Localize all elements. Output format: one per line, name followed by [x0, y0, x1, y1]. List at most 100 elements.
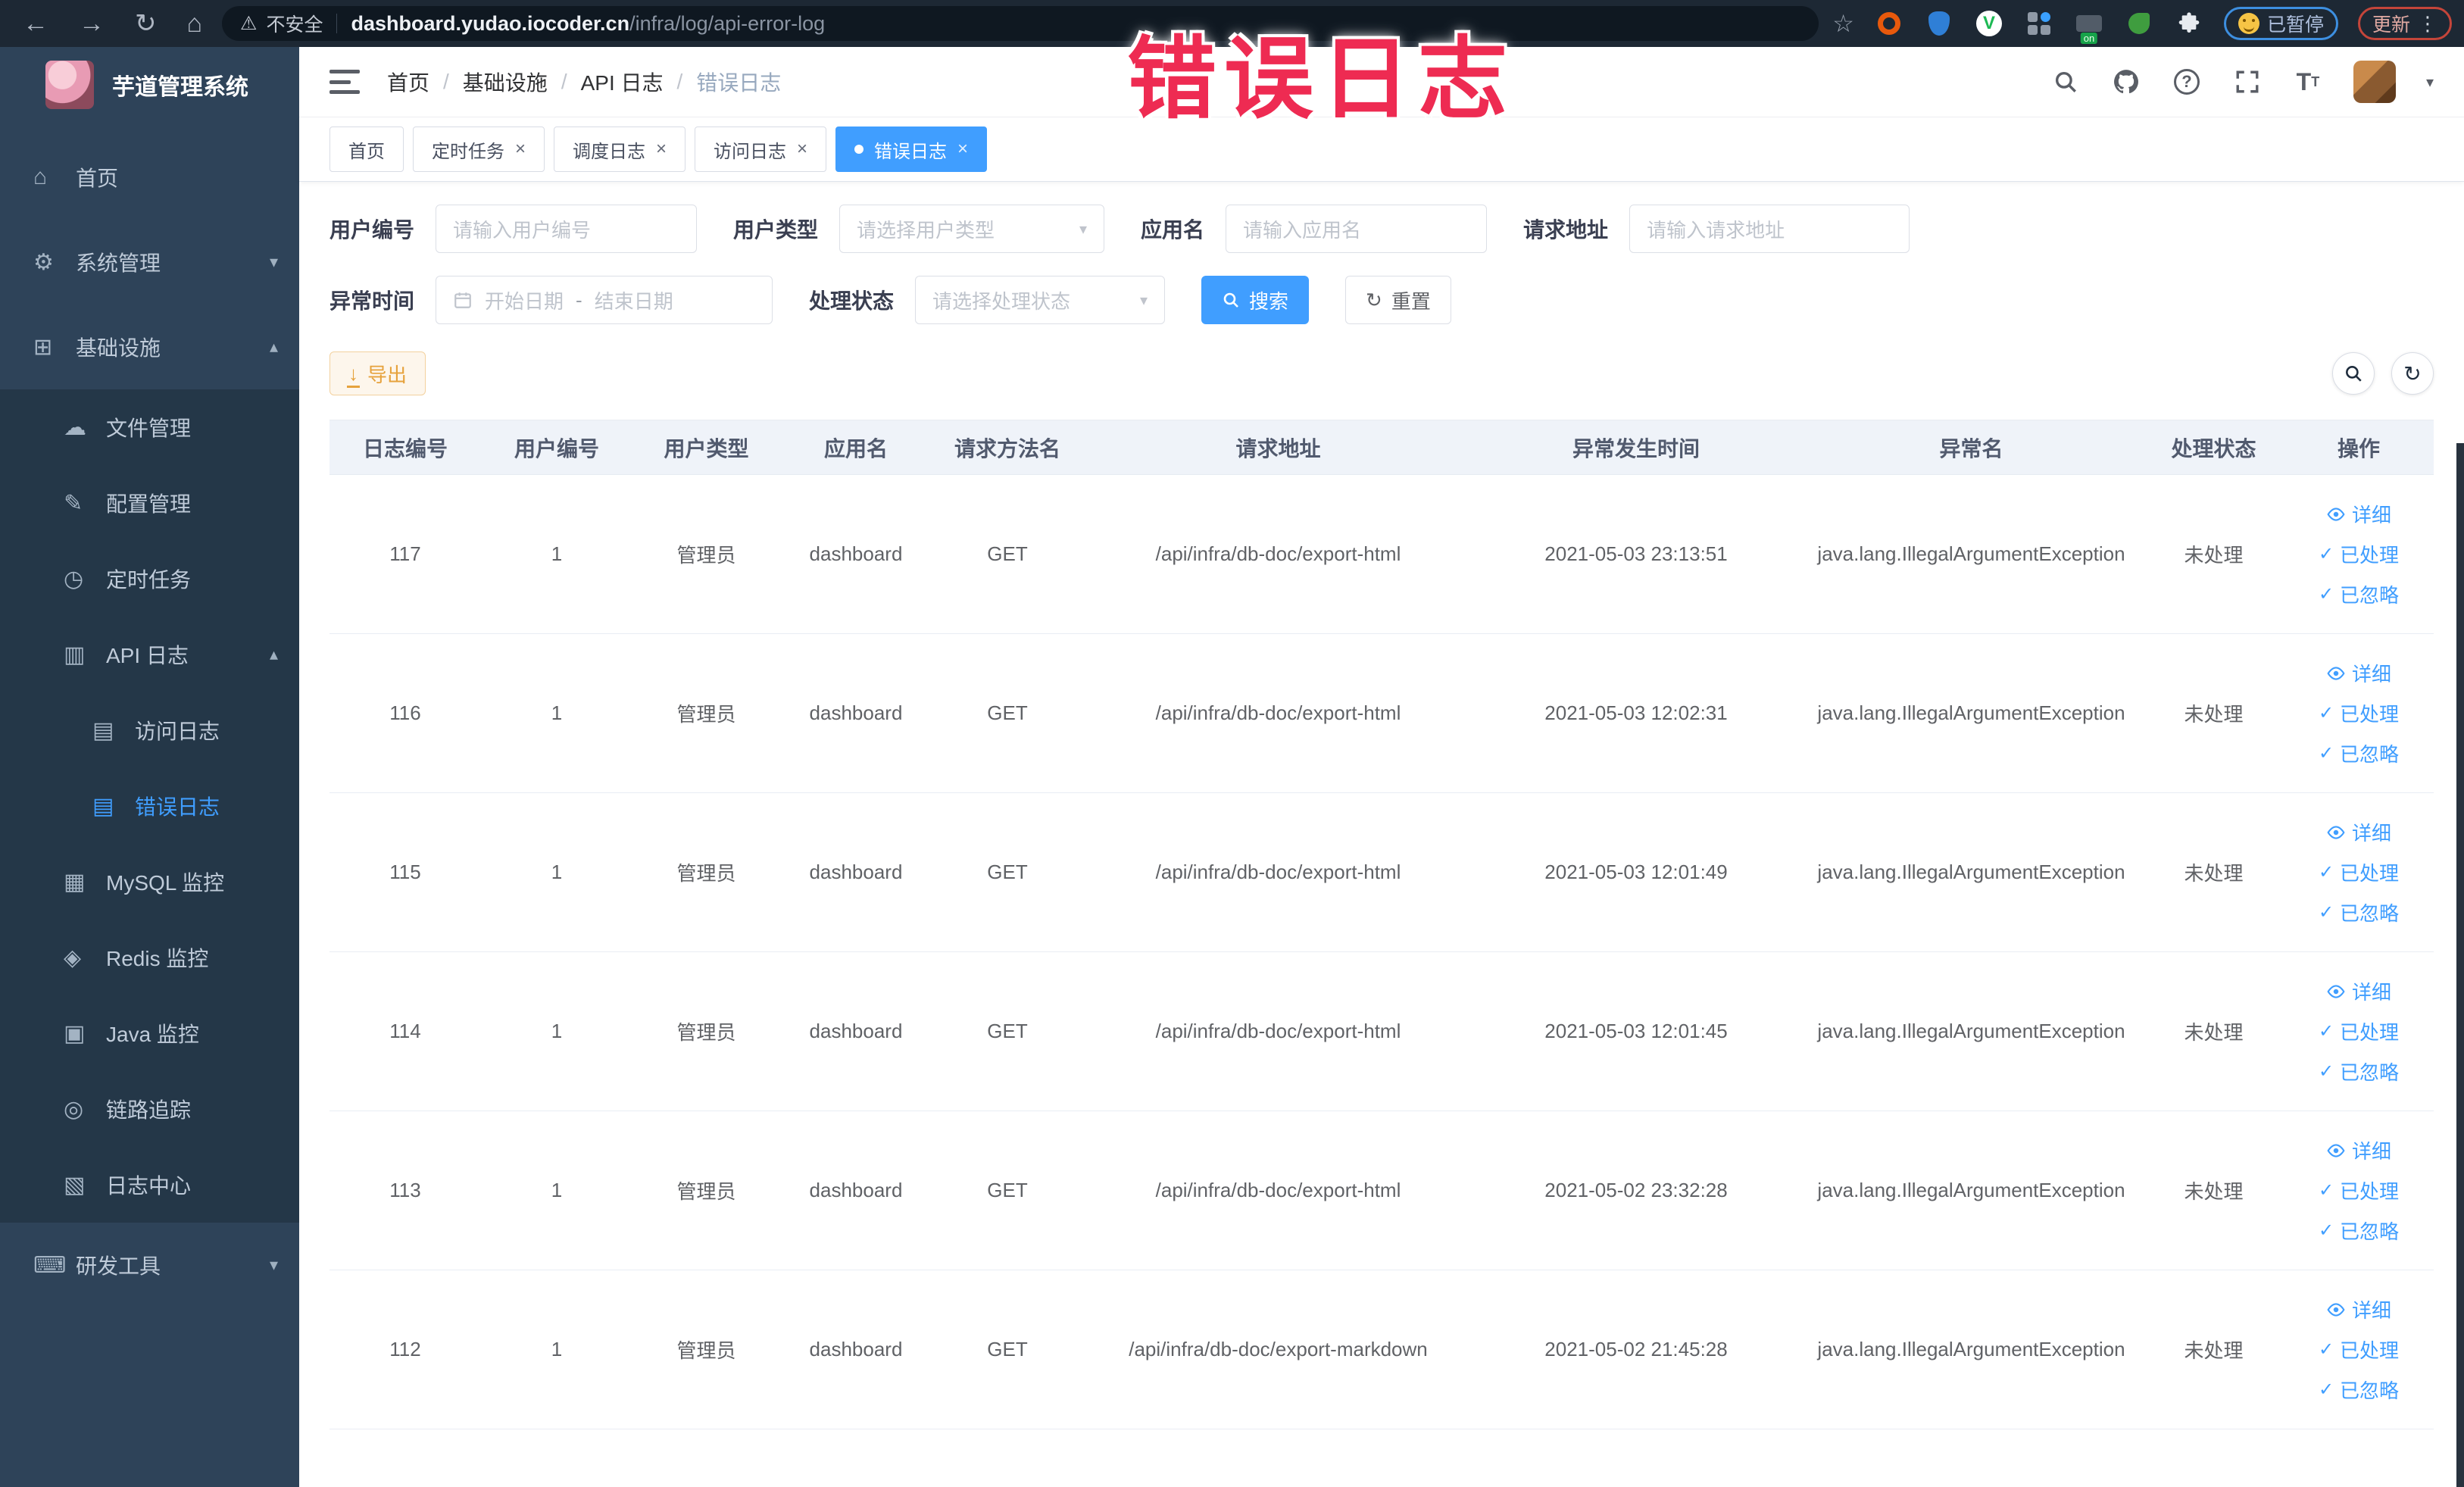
- app-name-input[interactable]: 请输入应用名: [1226, 205, 1488, 253]
- forward-icon[interactable]: →: [79, 11, 105, 36]
- sidebar-collapse-icon[interactable]: [329, 70, 360, 94]
- breadcrumb-item[interactable]: 基础设施: [463, 67, 548, 97]
- tab[interactable]: 首页: [329, 127, 404, 172]
- close-icon[interactable]: ×: [656, 139, 667, 160]
- detail-link[interactable]: 详细: [2326, 1136, 2391, 1164]
- chevron-icon: ▾: [269, 252, 278, 271]
- tab[interactable]: 访问日志 ×: [695, 127, 827, 172]
- filter-label: 请求地址: [1523, 218, 1609, 242]
- ignored-link[interactable]: ✓ 已忽略: [2319, 739, 2399, 767]
- ignored-link[interactable]: ✓ 已忽略: [2319, 1376, 2399, 1404]
- avatar[interactable]: [2353, 61, 2396, 103]
- ignored-link[interactable]: ✓ 已忽略: [2319, 580, 2399, 608]
- close-icon[interactable]: ×: [797, 139, 807, 160]
- cell-status: 未处理: [2144, 792, 2284, 952]
- column-header: 用户类型: [632, 420, 780, 475]
- breadcrumb-item[interactable]: API 日志: [581, 67, 664, 97]
- sidebar-item[interactable]: ▥ API 日志 ▴: [0, 617, 299, 692]
- tab[interactable]: 错误日志 ×: [835, 127, 988, 172]
- devtools-icon: ⌨: [33, 1252, 67, 1278]
- processed-link[interactable]: ✓ 已处理: [2319, 540, 2399, 568]
- paused-extension-badge[interactable]: 已暂停: [2223, 7, 2338, 40]
- detail-link[interactable]: 详细: [2326, 818, 2391, 846]
- address-divider: [336, 14, 338, 33]
- user-id-input[interactable]: 请输入用户编号: [436, 205, 698, 253]
- extension-leaf-icon[interactable]: [2124, 8, 2154, 39]
- ignored-link[interactable]: ✓ 已忽略: [2319, 898, 2399, 926]
- cell-app-name: dashboard: [780, 792, 932, 952]
- bookmark-star-icon[interactable]: ☆: [1832, 9, 1854, 38]
- breadcrumb-separator: /: [561, 70, 567, 93]
- home-icon[interactable]: ⌂: [187, 11, 203, 36]
- font-size-icon[interactable]: TT: [2293, 67, 2323, 97]
- sidebar-item[interactable]: ⌨ 研发工具 ▾: [0, 1223, 299, 1307]
- sidebar-item[interactable]: ◎ 链路追踪: [0, 1071, 299, 1147]
- update-label: 更新: [2372, 14, 2410, 36]
- process-status-select[interactable]: 请选择处理状态 ▾: [915, 276, 1166, 324]
- refresh-button[interactable]: ↻: [2391, 352, 2434, 395]
- cell-app-name: dashboard: [780, 1270, 932, 1429]
- search-icon[interactable]: [2050, 67, 2081, 97]
- filter-row-1: 用户编号 请输入用户编号 用户类型 请选择用户类型 ▾ 应用名 请输入应用名 请求…: [329, 205, 2434, 253]
- processed-link[interactable]: ✓ 已处理: [2319, 1176, 2399, 1204]
- processed-link[interactable]: ✓ 已处理: [2319, 858, 2399, 886]
- user-type-select[interactable]: 请选择用户类型 ▾: [839, 205, 1105, 253]
- sidebar-item[interactable]: ▣ Java 监控: [0, 995, 299, 1071]
- page-scrollbar[interactable]: [2456, 443, 2464, 1487]
- sidebar-item[interactable]: ⚙ 系统管理 ▾: [0, 220, 299, 305]
- sidebar-item[interactable]: ☁ 文件管理: [0, 389, 299, 465]
- cell-exception-time: 2021-05-02 23:32:28: [1473, 1111, 1799, 1270]
- processed-link[interactable]: ✓ 已处理: [2319, 1017, 2399, 1045]
- extension-switch-icon[interactable]: [2074, 8, 2104, 39]
- sidebar-item[interactable]: ▦ MySQL 监控: [0, 844, 299, 920]
- search-button[interactable]: 搜索: [1201, 276, 1310, 324]
- detail-link[interactable]: 详细: [2326, 659, 2391, 687]
- chrome-update-button[interactable]: 更新 ⋮: [2357, 7, 2452, 40]
- eye-icon: [2327, 984, 2345, 998]
- cell-method: GET: [932, 633, 1083, 793]
- toggle-search-button[interactable]: [2332, 352, 2375, 395]
- reload-icon[interactable]: ↻: [135, 11, 157, 36]
- date-range-input[interactable]: 开始日期 - 结束日期: [436, 276, 773, 324]
- detail-link[interactable]: 详细: [2326, 500, 2391, 528]
- close-icon[interactable]: ×: [515, 139, 526, 160]
- github-icon[interactable]: [2111, 67, 2141, 97]
- chevron-down-icon[interactable]: ▾: [2426, 73, 2434, 92]
- export-button[interactable]: ↓ 导出: [329, 351, 426, 395]
- app-title: 芋道管理系统: [112, 75, 248, 100]
- sidebar-item[interactable]: ⊞ 基础设施 ▴: [0, 305, 299, 389]
- close-icon[interactable]: ×: [957, 139, 968, 160]
- tab[interactable]: 调度日志 ×: [554, 127, 686, 172]
- ignored-link[interactable]: ✓ 已忽略: [2319, 1217, 2399, 1245]
- address-bar[interactable]: ⚠ 不安全 dashboard.yudao.iocoder.cn /infra/…: [222, 6, 1819, 41]
- extension-donut-icon[interactable]: [1874, 8, 1904, 39]
- breadcrumb-item[interactable]: 错误日志: [696, 67, 781, 97]
- sidebar-item[interactable]: ▤ 访问日志: [0, 692, 299, 768]
- ignored-link[interactable]: ✓ 已忽略: [2319, 1057, 2399, 1086]
- detail-link[interactable]: 详细: [2326, 1295, 2391, 1323]
- back-icon[interactable]: ←: [23, 11, 48, 36]
- extension-v-icon[interactable]: V: [1974, 8, 2004, 39]
- breadcrumb-item[interactable]: 首页: [387, 67, 429, 97]
- processed-link[interactable]: ✓ 已处理: [2319, 1335, 2399, 1364]
- sidebar-item[interactable]: ◈ Redis 监控: [0, 920, 299, 995]
- cell-request-url: /api/infra/db-doc/export-html: [1083, 792, 1473, 952]
- sidebar-item[interactable]: ▧ 日志中心: [0, 1147, 299, 1223]
- cell-app-name: dashboard: [780, 951, 932, 1111]
- chevron-icon: ▴: [269, 337, 278, 356]
- reset-button[interactable]: ↻ 重置: [1345, 276, 1451, 324]
- sidebar-item[interactable]: ▤ 错误日志: [0, 768, 299, 844]
- request-url-input[interactable]: 请输入请求地址: [1629, 205, 1910, 253]
- extension-shield-icon[interactable]: [1924, 8, 1954, 39]
- fullscreen-icon[interactable]: [2232, 67, 2263, 97]
- sidebar-item[interactable]: ✎ 配置管理: [0, 465, 299, 541]
- extension-grid-icon[interactable]: [2024, 8, 2054, 39]
- cell-user-id: 1: [481, 1111, 632, 1270]
- help-icon[interactable]: ?: [2172, 67, 2202, 97]
- sidebar-item[interactable]: ◷ 定时任务: [0, 541, 299, 617]
- tab[interactable]: 定时任务 ×: [413, 127, 545, 172]
- processed-link[interactable]: ✓ 已处理: [2319, 699, 2399, 727]
- sidebar-item[interactable]: ⌂ 首页: [0, 135, 299, 220]
- extensions-puzzle-icon[interactable]: [2174, 8, 2204, 39]
- detail-link[interactable]: 详细: [2326, 977, 2391, 1005]
